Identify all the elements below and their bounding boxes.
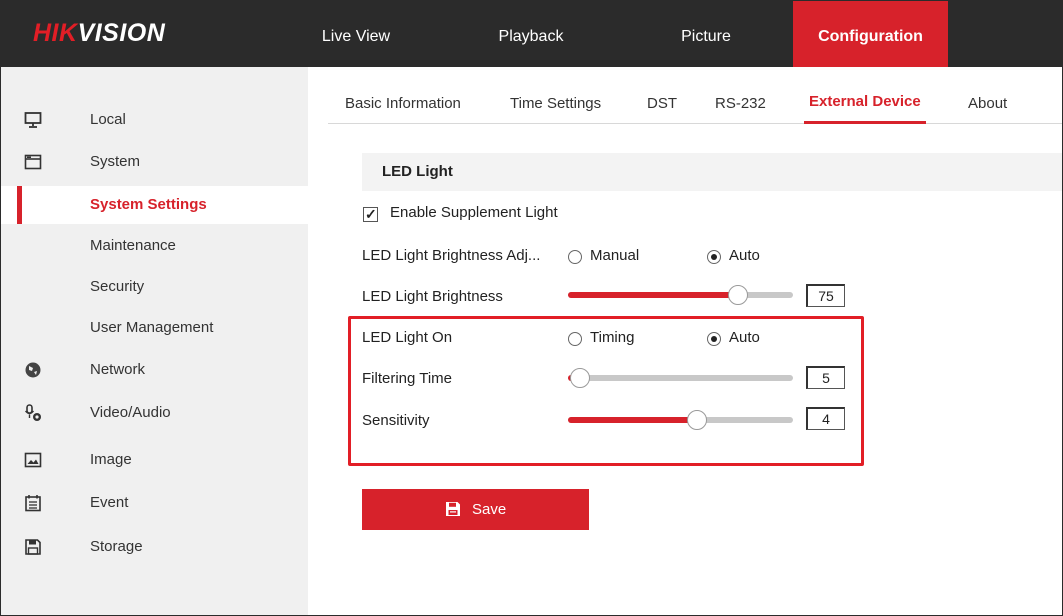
sidebar-item-label: Maintenance [90, 237, 176, 254]
filtering-time-slider[interactable] [568, 368, 793, 388]
save-icon [446, 502, 460, 516]
light-on-auto-radio[interactable] [707, 332, 721, 346]
tab-live-view[interactable]: Live View [311, 1, 401, 67]
sidebar-item-system-settings[interactable]: System Settings [1, 186, 308, 224]
subtab-about[interactable]: About [968, 67, 1007, 123]
section-title: LED Light [382, 163, 453, 180]
subtab-basic-information[interactable]: Basic Information [345, 67, 461, 123]
sensitivity-value-field[interactable]: 4 [806, 407, 845, 430]
sidebar-item-label: Local [90, 111, 126, 128]
monitor-icon [24, 112, 42, 128]
subtab-label: External Device [809, 93, 921, 110]
active-indicator [17, 186, 22, 224]
slider-fill [568, 292, 737, 298]
subtab-dst[interactable]: DST [647, 67, 677, 123]
section-header: LED Light [362, 153, 1062, 191]
brightness-adj-manual-radio[interactable] [568, 250, 582, 264]
tab-picture[interactable]: Picture [661, 1, 751, 67]
sidebar-item-storage[interactable]: Storage [1, 528, 308, 566]
checkmark-icon: ✓ [365, 206, 377, 222]
calendar-icon [25, 495, 41, 512]
radio-label-manual: Manual [590, 247, 640, 264]
sidebar-item-security[interactable]: Security [1, 268, 308, 306]
sidebar-item-label: System [90, 153, 141, 170]
sub-navigation: Basic Information Time Settings DST RS-2… [328, 67, 1062, 124]
top-navigation-bar: HIKVISION Live View Playback Picture Con… [1, 1, 1062, 67]
brightness-label: LED Light Brightness [362, 288, 503, 305]
sidebar-item-video-audio[interactable]: Video/Audio [1, 394, 308, 432]
sidebar-item-label: User Management [90, 319, 214, 336]
sidebar-item-image[interactable]: Image [1, 441, 308, 479]
subtab-rs-232[interactable]: RS-232 [715, 67, 766, 123]
led-light-on-label: LED Light On [362, 329, 453, 346]
sidebar-item-label: Event [90, 494, 129, 511]
image-icon [24, 452, 42, 468]
app-window: HIKVISION Live View Playback Picture Con… [0, 0, 1063, 616]
brightness-value-field[interactable]: 75 [806, 284, 845, 307]
subtab-time-settings[interactable]: Time Settings [510, 67, 601, 123]
system-icon [24, 154, 42, 170]
enable-supplement-light-label: Enable Supplement Light [390, 204, 558, 221]
light-on-timing-radio[interactable] [568, 332, 582, 346]
radio-label-timing: Timing [590, 329, 635, 346]
save-button[interactable]: Save [362, 489, 589, 530]
enable-supplement-light-checkbox[interactable]: ✓ [363, 206, 378, 222]
tab-playback[interactable]: Playback [476, 1, 586, 67]
filtering-time-value-field[interactable]: 5 [806, 366, 845, 389]
slider-handle[interactable] [727, 285, 748, 305]
sidebar-item-event[interactable]: Event [1, 484, 308, 522]
sidebar-item-label: Video/Audio [90, 404, 171, 421]
filtering-time-label: Filtering Time [362, 370, 453, 387]
brightness-slider[interactable] [568, 285, 793, 305]
save-button-label: Save [472, 501, 507, 518]
slider-fill [568, 417, 697, 423]
sidebar-item-label: Security [90, 278, 145, 295]
sidebar-item-network[interactable]: Network [1, 351, 308, 389]
subtab-external-device[interactable]: External Device [804, 67, 926, 124]
brightness-adj-auto-radio[interactable] [707, 250, 721, 264]
sidebar-item-label: Image [90, 451, 132, 468]
active-tab-underline [804, 121, 926, 124]
sidebar-item-label: Storage [90, 538, 143, 555]
sidebar: Local System System Settings Maintenance… [1, 67, 308, 615]
sidebar-item-system[interactable]: System [1, 143, 308, 181]
tab-configuration[interactable]: Configuration [793, 1, 948, 67]
sidebar-item-label: Network [90, 361, 146, 378]
radio-label-auto: Auto [729, 329, 760, 346]
hikvision-logo: HIKVISION [33, 19, 166, 47]
microphone-camera-icon [24, 404, 41, 421]
sensitivity-slider[interactable] [568, 410, 793, 430]
sensitivity-label: Sensitivity [362, 412, 430, 429]
globe-icon [25, 362, 41, 378]
sidebar-item-user-management[interactable]: User Management [1, 309, 308, 347]
brightness-adjustment-label: LED Light Brightness Adj... [362, 247, 541, 264]
sidebar-item-local[interactable]: Local [1, 101, 308, 139]
sidebar-item-label: System Settings [90, 196, 207, 213]
sidebar-item-maintenance[interactable]: Maintenance [1, 227, 308, 265]
floppy-disk-icon [25, 539, 41, 555]
radio-label-auto: Auto [729, 247, 760, 264]
